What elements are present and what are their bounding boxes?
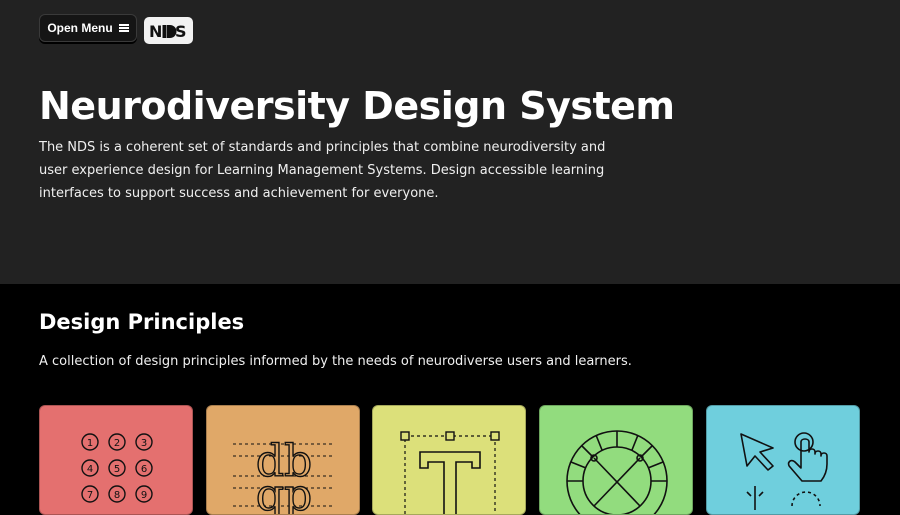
page-title: Neurodiversity Design System: [39, 84, 675, 128]
pointer-icon: [740, 432, 828, 510]
text-glyph: T: [419, 451, 481, 514]
principle-card-text-box[interactable]: T: [372, 405, 526, 515]
intro-text: The NDS is a coherent set of standards a…: [39, 140, 606, 201]
nds-logo[interactable]: N S: [144, 17, 193, 44]
text-box-icon: T: [400, 431, 500, 514]
typography-icon: db qp: [233, 435, 335, 515]
principle-card-typography[interactable]: db qp: [206, 405, 360, 515]
open-menu-button[interactable]: Open Menu: [39, 14, 137, 42]
number-grid-icon: 1 2 3 4 5 6 7 8 9: [81, 433, 153, 503]
grid-number: 6: [141, 464, 147, 475]
grid-number: 5: [114, 464, 120, 475]
hamburger-icon: [118, 24, 129, 32]
grid-number: 3: [141, 438, 147, 449]
grid-number: 2: [114, 438, 120, 449]
principle-card-numbers[interactable]: 1 2 3 4 5 6 7 8 9: [39, 405, 193, 515]
principle-card-pointer[interactable]: [706, 405, 860, 515]
grid-number: 9: [141, 490, 147, 501]
section-subtitle: A collection of design principles inform…: [39, 354, 632, 369]
grid-number: 8: [114, 490, 120, 501]
color-wheel-icon: [566, 430, 668, 514]
svg-text:S: S: [175, 22, 187, 40]
open-menu-label: Open Menu: [47, 21, 113, 35]
principle-card-color-wheel[interactable]: [539, 405, 693, 515]
grid-number: 4: [87, 464, 93, 475]
grid-number: 7: [87, 490, 93, 501]
typography-glyphs-bottom: qp: [256, 470, 312, 515]
section-title: Design Principles: [39, 310, 245, 334]
grid-number: 1: [87, 438, 93, 449]
svg-text:N: N: [149, 22, 162, 40]
nds-logo-icon: N S: [149, 22, 187, 40]
